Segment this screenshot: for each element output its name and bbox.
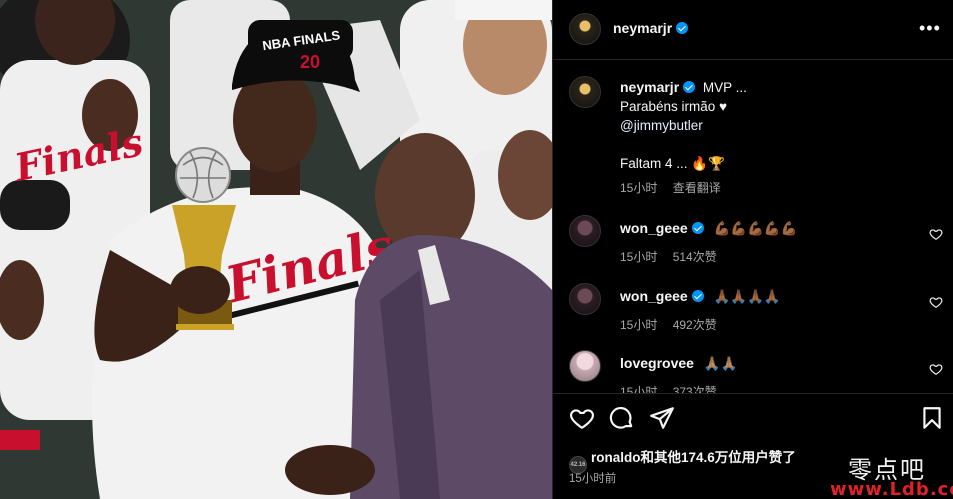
comment-text: 💪🏾💪🏾💪🏾💪🏾💪🏾 (713, 221, 798, 236)
comment-likes[interactable]: 492次赞 (673, 318, 717, 332)
avatar[interactable] (569, 13, 601, 45)
caption-avatar[interactable] (569, 76, 601, 108)
verified-badge-icon (676, 22, 689, 34)
action-bar (553, 393, 953, 439)
caption-mention[interactable]: @jimmybutler (620, 116, 940, 135)
comment-time: 15小时 (620, 385, 658, 393)
caption-line2: Parabéns irmão ♥ (620, 99, 728, 114)
comment-item: won_geee 💪🏾💪🏾💪🏾💪🏾💪🏾 15小时 514次赞 (569, 215, 949, 275)
comment-time: 15小时 (620, 318, 658, 332)
comment-body: won_geee 🙏🏾🙏🏾🙏🏾🙏🏾 15小时 492次赞 (620, 287, 781, 335)
bookmark-icon[interactable] (919, 405, 945, 431)
caption-username[interactable]: neymarjr (620, 79, 679, 95)
comment-avatar[interactable] (569, 283, 601, 315)
photo-illustration: Finals NBA FINALS 20 Finals (0, 0, 552, 499)
comment-username[interactable]: lovegrovee (620, 355, 694, 371)
comment-avatar[interactable] (569, 350, 601, 382)
comment-bubble-icon[interactable] (609, 405, 635, 431)
heart-icon[interactable] (929, 227, 943, 241)
more-options-icon[interactable]: ••• (919, 18, 941, 39)
comment-meta: 15小时 492次赞 (620, 316, 781, 335)
comment-item: won_geee 🙏🏾🙏🏾🙏🏾🙏🏾 15小时 492次赞 (569, 283, 949, 343)
caption-line1: MVP ... (702, 80, 747, 95)
comment-text: 🙏🏽🙏🏽 (703, 356, 738, 371)
like-heart-icon[interactable] (569, 405, 595, 431)
header-username-text[interactable]: neymarjr (613, 20, 672, 36)
caption-meta: 15小时 查看翻译 (620, 179, 940, 198)
header-username[interactable]: neymarjr (613, 20, 689, 36)
comment-likes[interactable]: 373次赞 (673, 385, 717, 393)
post-panel: neymarjr ••• neymarjr MVP ... Parabéns i… (552, 0, 953, 499)
comment-item: lovegrovee 🙏🏽🙏🏽 15小时 373次赞 (569, 350, 949, 393)
comment-likes[interactable]: 514次赞 (673, 250, 717, 264)
caption-time: 15小时 (620, 181, 658, 195)
verified-badge-icon (683, 81, 696, 93)
likes-text[interactable]: ronaldo和其他174.6万位用户赞了 (591, 450, 796, 465)
verified-badge-icon (691, 222, 704, 234)
comment-meta: 15小时 514次赞 (620, 248, 798, 267)
heart-icon[interactable] (929, 362, 943, 376)
comment-username[interactable]: won_geee (620, 220, 688, 236)
translate-link[interactable]: 查看翻译 (673, 181, 721, 195)
comment-time: 15小时 (620, 250, 658, 264)
heart-icon[interactable] (929, 295, 943, 309)
post-photo[interactable]: Finals NBA FINALS 20 Finals (0, 0, 552, 499)
caption-body: neymarjr MVP ... Parabéns irmão ♥ @jimmy… (620, 78, 940, 198)
caption-line3: Faltam 4 ... 🔥🏆 (620, 156, 725, 171)
verified-badge-icon (691, 290, 704, 302)
comment-text: 🙏🏾🙏🏾🙏🏾🙏🏾 (713, 289, 781, 304)
watermark-url: www.Ldb.cc (830, 479, 953, 499)
comment-username[interactable]: won_geee (620, 288, 688, 304)
comment-body: lovegrovee 🙏🏽🙏🏽 15小时 373次赞 (620, 354, 737, 393)
cap-year: 20 (300, 52, 320, 72)
comment-body: won_geee 💪🏾💪🏾💪🏾💪🏾💪🏾 15小时 514次赞 (620, 219, 798, 267)
comment-avatar[interactable] (569, 215, 601, 247)
comment-meta: 15小时 373次赞 (620, 383, 737, 393)
share-paper-plane-icon[interactable] (649, 405, 675, 431)
post-header: neymarjr ••• (553, 0, 953, 60)
post-timestamp: 15小时前 (569, 473, 617, 485)
